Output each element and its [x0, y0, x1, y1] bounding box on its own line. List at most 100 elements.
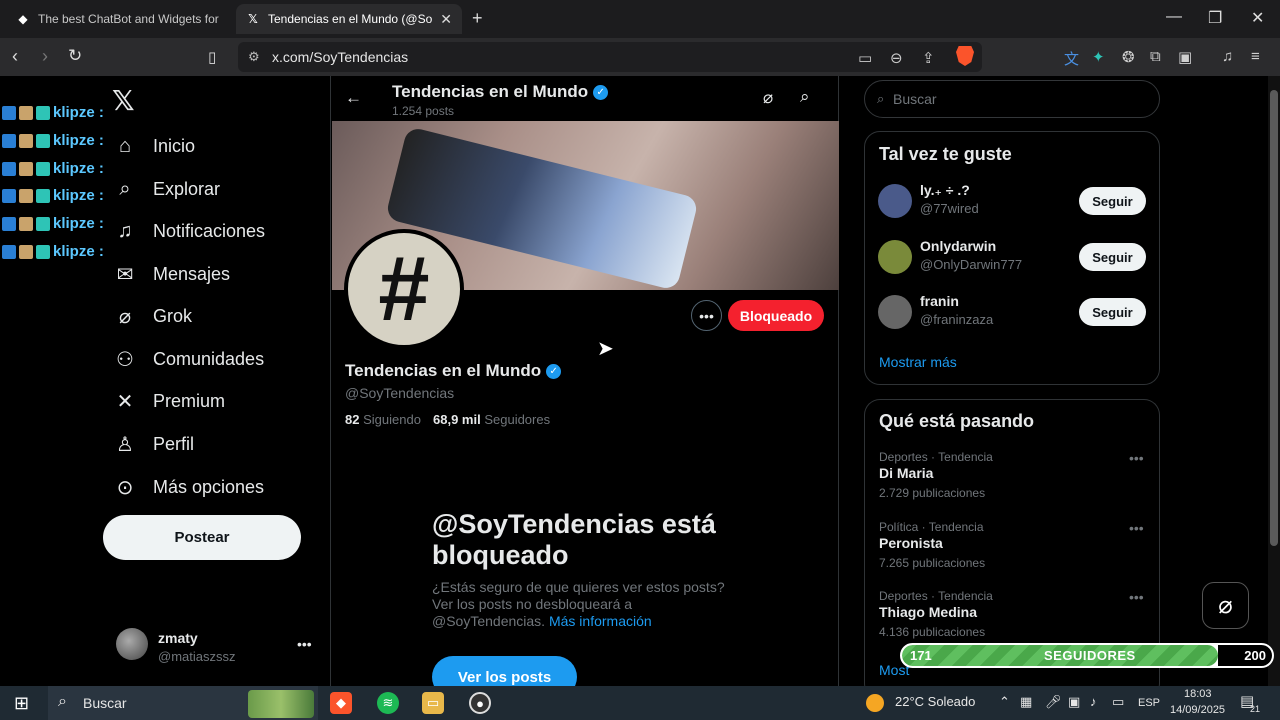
nav-item-perfil[interactable]: ♙ Perfil	[112, 429, 194, 459]
trend-item[interactable]: Política · Tendencia Peronista 7.265 pub…	[865, 520, 1161, 576]
nav-item-mas-opciones[interactable]: ⊙ Más opciones	[112, 472, 264, 502]
camera-icon[interactable]: ▣	[1068, 694, 1080, 710]
sidebar-icon[interactable]: ▣	[1178, 48, 1192, 66]
suggestion-item[interactable]: franin @franinzaza Seguir	[865, 293, 1161, 345]
avatar	[878, 240, 912, 274]
search-highlight-image	[248, 690, 314, 718]
windows-start-icon[interactable]: ⊞	[14, 693, 29, 714]
taskbar-search[interactable]: ⌕ Buscar	[48, 686, 318, 720]
suggestion-item[interactable]: ly.₊ ÷ .? @77wired Seguir	[865, 182, 1161, 234]
follow-button[interactable]: Seguir	[1079, 298, 1146, 326]
translate-icon[interactable]: 文	[1064, 48, 1079, 69]
reload-icon[interactable]: ↻	[68, 46, 82, 66]
grok-button[interactable]: ⌀	[1202, 582, 1249, 629]
view-posts-button[interactable]: Ver los posts	[432, 656, 577, 686]
close-window-icon[interactable]: ✕	[1251, 8, 1264, 28]
microphone-icon[interactable]: 🎤︎	[1045, 694, 1062, 710]
weather-text[interactable]: 22°C Soleado	[895, 694, 975, 709]
extension-icon[interactable]: ✦	[1092, 48, 1105, 66]
forward-icon[interactable]: ›	[42, 46, 48, 67]
network-icon[interactable]: ▭	[1112, 694, 1124, 710]
cast-icon[interactable]: ▭	[858, 49, 872, 67]
show-more-link[interactable]: Mostrar más	[879, 354, 957, 370]
search-icon: ⌕	[58, 693, 67, 710]
scrollbar-thumb[interactable]	[1270, 90, 1278, 546]
more-options-button[interactable]: •••	[691, 300, 722, 331]
trend-more-icon[interactable]: •••	[1129, 520, 1144, 536]
menu-icon[interactable]: ≡	[1251, 48, 1260, 65]
who-to-follow-card: Tal vez te guste ly.₊ ÷ .? @77wired Segu…	[864, 131, 1160, 385]
nav-item-premium[interactable]: ✕ Premium	[112, 386, 225, 416]
chat-line: klipze :	[2, 187, 104, 204]
search-icon[interactable]: ⌕	[800, 87, 810, 107]
following-link[interactable]: 82 Siguiendo	[345, 412, 421, 427]
notification-count: 21	[1250, 704, 1261, 714]
goal-target: 200	[1244, 648, 1266, 663]
follow-button[interactable]: Seguir	[1079, 243, 1146, 271]
tab-tendencias[interactable]: 𝕏 Tendencias en el Mundo (@SoyTendencias…	[236, 4, 462, 34]
chat-line: klipze :	[2, 243, 104, 260]
trend-item[interactable]: Deportes · Tendencia Thiago Medina 4.136…	[865, 589, 1161, 645]
verified-badge-icon: ✓	[593, 85, 609, 101]
obs-icon[interactable]: ●	[469, 692, 491, 714]
nav-item-grok[interactable]: ⌀ Grok	[112, 301, 192, 331]
nav-item-explorar[interactable]: ⌕ Explorar	[112, 174, 220, 204]
follow-button[interactable]: Seguir	[1079, 187, 1146, 215]
person-icon: ♙	[116, 433, 134, 456]
extension-icon[interactable]: ❂	[1122, 48, 1135, 66]
tab-title: The best ChatBot and Widgets for Kick	[38, 12, 222, 26]
page-scrollbar[interactable]	[1268, 76, 1280, 686]
media-icon[interactable]: ♫	[1222, 48, 1233, 65]
back-arrow-icon[interactable]: ←	[345, 88, 362, 108]
brave-taskbar-icon[interactable]: ◆	[330, 692, 352, 714]
address-bar[interactable]: ⚙ x.com/SoyTendencias ▭ ⊖ ⇪	[238, 42, 982, 72]
grok-icon[interactable]: ⌀	[763, 88, 773, 108]
x-logo-icon[interactable]: 𝕏	[112, 84, 135, 117]
followers-link[interactable]: 68,9 mil Seguidores	[433, 412, 550, 427]
suggestion-item[interactable]: Onlydarwin @OnlyDarwin777 Seguir	[865, 238, 1161, 290]
nav-item-notificaciones[interactable]: ♫ Notificaciones	[112, 216, 266, 246]
file-explorer-icon[interactable]: ▭	[422, 692, 444, 714]
grok-icon: ⌀	[1218, 592, 1233, 619]
trends-title: Qué está pasando	[879, 411, 1035, 431]
bookmark-icon[interactable]: ▯	[208, 48, 216, 66]
post-button[interactable]: Postear	[103, 515, 301, 560]
extensions-puzzle-icon[interactable]: ⧉	[1150, 48, 1161, 65]
trend-more-icon[interactable]: •••	[1129, 589, 1144, 605]
browser-tab-bar: ◆ The best ChatBot and Widgets for Kick …	[0, 0, 1280, 38]
more-info-link[interactable]: Más información	[549, 613, 652, 629]
nav-item-comunidades[interactable]: ⚇ Comunidades	[112, 344, 264, 374]
profile-header-title: Tendencias en el Mundo ✓	[392, 82, 609, 102]
zoom-icon[interactable]: ⊖	[890, 49, 903, 67]
clock-date[interactable]: 14/09/2025	[1170, 704, 1225, 716]
avatar	[878, 184, 912, 218]
site-settings-icon[interactable]: ⚙	[248, 49, 260, 65]
trend-more-icon[interactable]: •••	[1129, 450, 1144, 466]
volume-icon[interactable]: ♪	[1090, 694, 1097, 709]
nav-item-mensajes[interactable]: ✉ Mensajes	[112, 259, 230, 289]
more-circle-icon: ⊙	[116, 476, 134, 499]
nav-item-inicio[interactable]: ⌂ Inicio	[112, 131, 195, 161]
share-icon[interactable]: ⇪	[922, 49, 935, 67]
tray-expand-icon[interactable]: ⌃	[999, 694, 1010, 710]
blocked-button[interactable]: Bloqueado	[728, 300, 824, 331]
search-icon: ⌕	[119, 177, 131, 200]
account-avatar[interactable]	[116, 628, 148, 660]
profile-column: ← Tendencias en el Mundo ✓ 1.254 posts ⌀ …	[330, 76, 839, 686]
spotify-icon[interactable]: ≋	[377, 692, 399, 714]
language-indicator[interactable]: ESP	[1138, 697, 1160, 709]
tray-app-icon[interactable]: ▦	[1020, 694, 1032, 710]
minimize-icon[interactable]: —	[1166, 8, 1182, 26]
maximize-icon[interactable]: ❐	[1208, 8, 1222, 28]
account-menu-icon[interactable]: •••	[297, 636, 312, 652]
goal-current: 171	[910, 648, 932, 663]
profile-avatar[interactable]: #	[344, 229, 464, 349]
close-tab-icon[interactable]: ✕	[440, 11, 452, 28]
search-input[interactable]: ⌕ Buscar	[864, 80, 1160, 118]
back-icon[interactable]: ‹	[12, 46, 18, 67]
tab-chatbot[interactable]: ◆ The best ChatBot and Widgets for Kick	[6, 4, 232, 34]
clock-time[interactable]: 18:03	[1184, 688, 1212, 700]
chat-line: klipze :	[2, 160, 104, 177]
trend-item[interactable]: Deportes · Tendencia Di Maria 2.729 publ…	[865, 450, 1161, 506]
new-tab-icon[interactable]: +	[472, 8, 483, 29]
